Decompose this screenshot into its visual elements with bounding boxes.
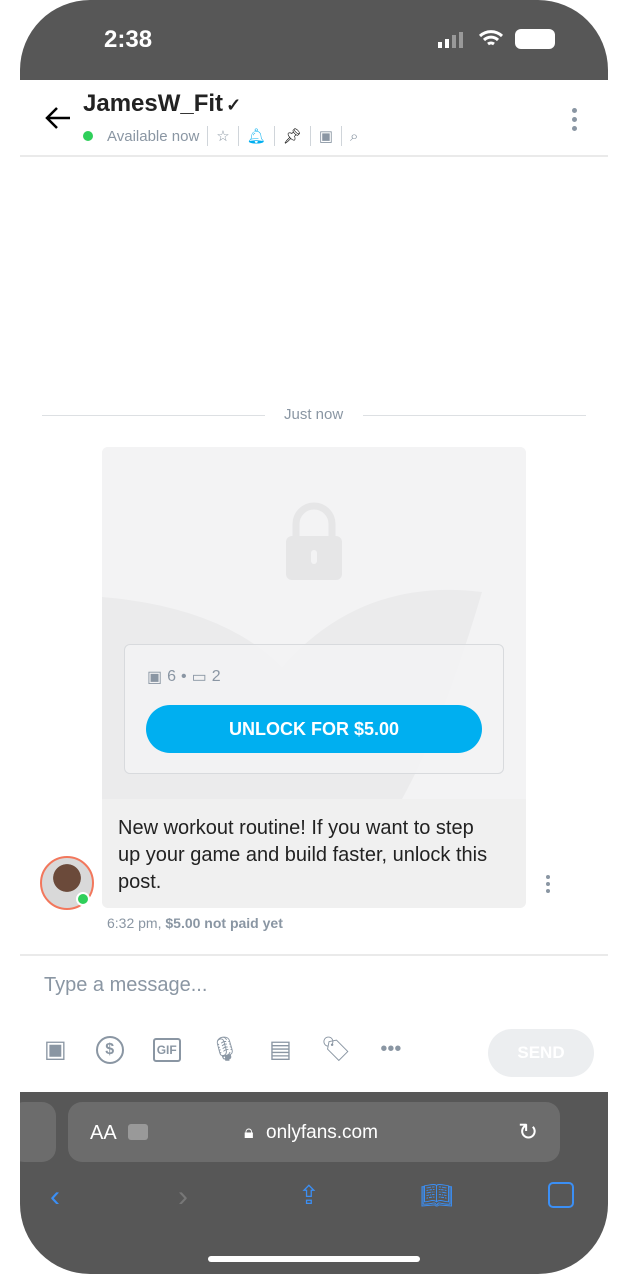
message-input[interactable]: Type a message... [44, 974, 207, 997]
unlock-box: ▣ 6 • ▭ 2 UNLOCK FOR $5.00 [124, 644, 504, 774]
forward-nav-icon[interactable]: › [178, 1180, 188, 1214]
phone-frame: 2:38 JamesW_Fit ✓ Available now ☆ 🔔︎ 📌︎ ▣… [20, 0, 608, 1274]
text-size-button[interactable]: AA [90, 1122, 117, 1145]
send-button[interactable]: SEND [488, 1029, 594, 1077]
media-icon[interactable]: ▣ [44, 1035, 67, 1064]
more-options-icon[interactable] [572, 108, 577, 131]
status-time: 2:38 [104, 26, 153, 53]
tabs-icon[interactable] [548, 1182, 574, 1208]
chat-title[interactable]: JamesW_Fit ✓ [83, 90, 241, 118]
username[interactable]: JamesW_Fit [83, 90, 223, 117]
bell-icon[interactable]: 🔔︎ [247, 127, 266, 145]
bookmarks-icon[interactable]: 📖︎ [420, 1180, 453, 1211]
gif-icon[interactable]: GIF [152, 1037, 181, 1062]
share-icon[interactable]: ⇪ [298, 1180, 320, 1211]
more-icon[interactable]: ••• [380, 1038, 401, 1061]
locked-media: ▣ 6 • ▭ 2 UNLOCK FOR $5.00 [102, 447, 526, 799]
search-icon[interactable]: ⌕ [350, 128, 358, 145]
pin-icon[interactable]: 📌︎ [283, 127, 302, 145]
url-text[interactable]: onlyfans.com [266, 1122, 378, 1144]
unlock-button[interactable]: UNLOCK FOR $5.00 [146, 705, 482, 753]
reload-icon[interactable]: ↻ [518, 1118, 538, 1147]
signal-icon [438, 32, 463, 48]
online-dot [83, 131, 93, 141]
header-subbar: Available now ☆ 🔔︎ 📌︎ ▣ ⌕ [83, 126, 358, 146]
photo-count: 6 [167, 668, 177, 685]
avatar-online-dot [76, 892, 90, 906]
chat-screen: JamesW_Fit ✓ Available now ☆ 🔔︎ 📌︎ ▣ ⌕ Ju… [20, 80, 608, 1092]
previous-tab[interactable] [20, 1102, 56, 1162]
back-arrow-icon[interactable] [44, 106, 72, 130]
timestamp-divider: Just now [284, 406, 344, 423]
separator: • [181, 668, 187, 685]
price-tag-icon[interactable]: 🏷︎ [321, 1035, 351, 1064]
wifi-icon [478, 30, 504, 46]
microphone-icon[interactable]: 🎙︎ [210, 1035, 240, 1064]
message-options-icon[interactable] [546, 875, 550, 893]
battery-icon [515, 29, 555, 49]
composer-toolbar: ▣ $ GIF 🎙︎ ▤ 🏷︎ ••• [44, 1035, 401, 1064]
divider-right [363, 415, 586, 416]
header-divider [20, 155, 608, 157]
message-time: 6:32 pm, [107, 915, 162, 931]
locked-message-card: ▣ 6 • ▭ 2 UNLOCK FOR $5.00 New workout rou… [102, 447, 526, 908]
vault-icon[interactable]: ▤ [269, 1035, 292, 1064]
back-nav-icon[interactable]: ‹ [50, 1180, 60, 1214]
video-count: 2 [211, 668, 221, 685]
video-icon: ▭ [191, 669, 207, 686]
extension-icon[interactable] [128, 1124, 148, 1140]
image-icon[interactable]: ▣ [319, 127, 333, 145]
composer-divider [20, 954, 608, 956]
message-meta: 6:32 pm, $5.00 not paid yet [107, 915, 283, 931]
verified-icon: ✓ [226, 95, 242, 115]
star-icon[interactable]: ☆ [216, 127, 229, 145]
url-bar[interactable]: AA 🔒︎ onlyfans.com ↻ [68, 1102, 560, 1162]
message-text: New workout routine! If you want to step… [118, 817, 488, 893]
lock-icon-url: 🔒︎ [244, 1122, 254, 1142]
price-status: $5.00 not paid yet [165, 915, 283, 931]
availability-status: Available now [107, 127, 200, 145]
lock-icon [286, 502, 342, 580]
photo-icon: ▣ [147, 669, 163, 686]
home-indicator [208, 1256, 420, 1262]
tip-dollar-icon[interactable]: $ [95, 1035, 124, 1064]
divider-left [42, 415, 265, 416]
